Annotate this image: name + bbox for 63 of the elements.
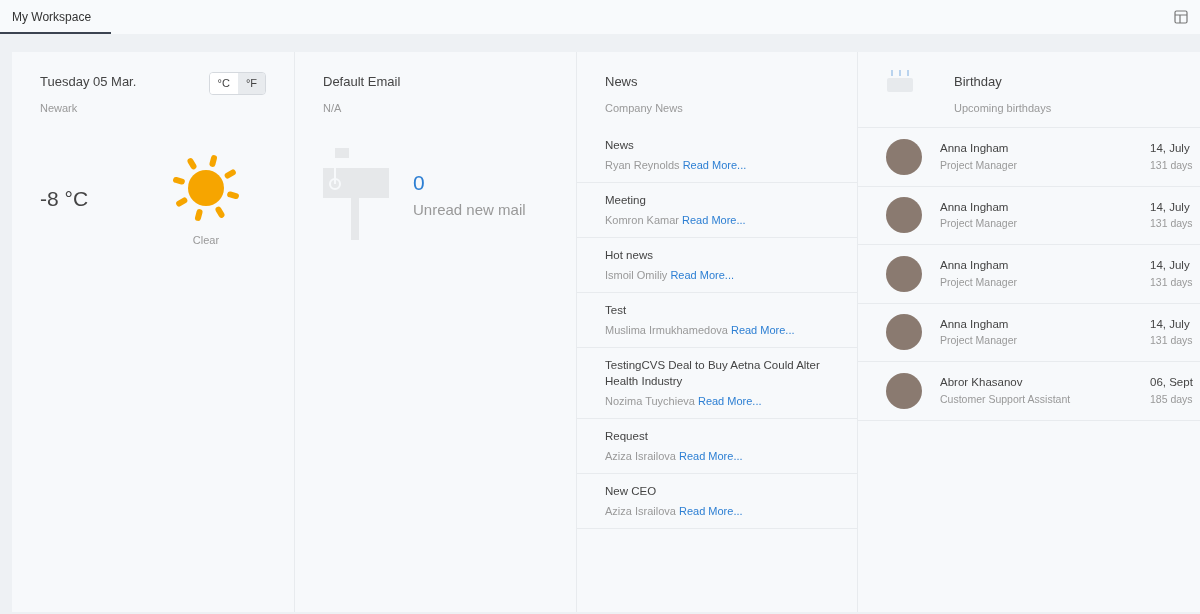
read-more-link[interactable]: Read More...: [679, 505, 743, 517]
avatar: [886, 255, 922, 292]
workspace-tab[interactable]: My Workspace: [0, 1, 111, 34]
person-name: Anna Ingham: [940, 316, 1010, 332]
birthday-subtitle: Upcoming birthdays: [954, 100, 1052, 116]
avatar: [886, 197, 922, 234]
weather-location: Newark: [40, 100, 79, 116]
read-more-link[interactable]: Read More...: [679, 450, 743, 462]
avatar: [886, 138, 922, 175]
unit-toggle[interactable]: °F: [237, 73, 265, 94]
news-item-title: Test: [605, 303, 628, 318]
days-remaining: 131 days: [1150, 157, 1193, 173]
read-more-link[interactable]: Read More...: [682, 159, 747, 171]
days-remaining: 131 days: [1150, 274, 1193, 290]
layout-icon[interactable]: [1174, 10, 1188, 24]
read-more-link[interactable]: Read More...: [697, 395, 762, 407]
news-author: Ismoil Omiliy: [605, 269, 668, 281]
birthday-date: 14, July: [1150, 316, 1191, 332]
weather-condition: Clear: [192, 233, 220, 248]
news-author: Aziza Israilova: [605, 450, 676, 462]
person-name: Abror Khasanov: [940, 375, 1024, 391]
news-author: Ryan Reynolds: [605, 159, 680, 171]
news-subtitle: Company News: [605, 100, 684, 116]
news-item-title: New CEO: [605, 484, 658, 499]
person-role: Customer Support Assistant: [940, 391, 1072, 407]
person-role: Project Manager: [940, 157, 1019, 173]
person-name: Anna Ingham: [940, 141, 1010, 157]
news-author: Komron Kamar: [605, 214, 679, 226]
read-more-link[interactable]: Read More...: [670, 269, 734, 281]
news-author: Nozima Tuychieva: [605, 395, 695, 407]
read-more-link[interactable]: Read More...: [682, 214, 746, 226]
news-item-title: TestingCVS Deal to Buy Aetna Could Alter Health Industry: [605, 358, 821, 389]
unread-count: 0: [413, 170, 426, 196]
days-remaining: 131 days: [1150, 333, 1193, 348]
person-name: Anna Ingham: [940, 199, 1010, 215]
birthday-date: 14, July: [1150, 141, 1191, 157]
person-role: Project Manager: [940, 333, 1019, 348]
email-title: Default Email: [323, 73, 402, 91]
person-role: Project Manager: [940, 274, 1019, 290]
news-item-title: Request: [605, 429, 649, 444]
birthday-date: 06, Sept: [1150, 375, 1193, 391]
days-remaining: 131 days: [1150, 216, 1193, 231]
news-author: Aziza Israilova: [605, 505, 676, 517]
news-title: News: [605, 73, 639, 91]
news-author: Muslima Irmukhamedova: [605, 324, 728, 336]
days-remaining: 185 days: [1150, 391, 1193, 407]
birthday-date: 14, July: [1150, 199, 1191, 215]
avatar: [886, 314, 922, 351]
person-role: Project Manager: [940, 216, 1019, 231]
news-item-title: Hot news: [605, 248, 654, 263]
birthday-date: 14, July: [1150, 258, 1191, 274]
unread-caption: Unread new mail: [413, 199, 526, 220]
cake-icon: [886, 68, 914, 94]
news-item-title: News: [605, 138, 635, 153]
email-account: N/A: [323, 100, 343, 116]
birthday-title: Birthday: [954, 73, 1003, 91]
temperature: -8 °C: [40, 185, 89, 212]
unit-toggle[interactable]: °C: [209, 73, 238, 94]
person-name: Anna Ingham: [940, 258, 1010, 274]
news-item-title: Meeting: [605, 193, 647, 208]
weather-date: Tuesday 05 Mar.: [40, 73, 137, 91]
avatar: [886, 372, 922, 409]
read-more-link[interactable]: Read More...: [730, 324, 795, 336]
